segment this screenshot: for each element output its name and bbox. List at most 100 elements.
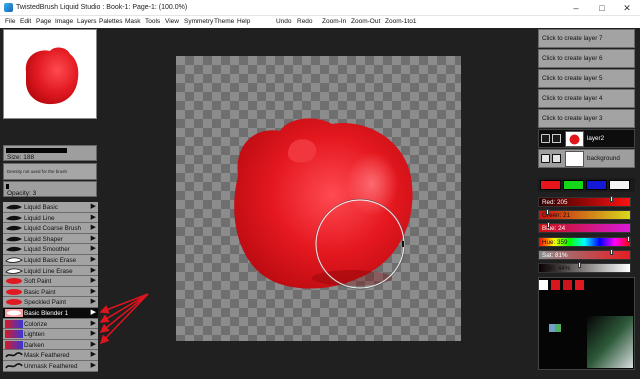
menu-theme[interactable]: Theme: [214, 17, 234, 27]
brush-item[interactable]: Liquid Basic Erase ▶: [3, 254, 98, 266]
brush-item[interactable]: Basic Paint ▶: [3, 286, 98, 298]
brush-cursor: [314, 198, 406, 290]
brush-item[interactable]: Liquid Coarse Brush ▶: [3, 223, 98, 234]
paint-canvas[interactable]: [176, 56, 461, 341]
color-slider[interactable]: Lum: 44%: [538, 262, 631, 273]
size-slider[interactable]: Size: 188: [3, 145, 97, 161]
brush-item[interactable]: Basic Blender 1 ▶: [3, 307, 98, 319]
menu-mask[interactable]: Mask: [125, 17, 141, 27]
eye-icon[interactable]: [541, 134, 550, 143]
brush-label: Liquid Basic Erase: [24, 256, 77, 264]
color-slider-label: Sat: 81%: [542, 252, 568, 259]
zoom-in-button[interactable]: Zoom-In: [322, 17, 346, 27]
close-button[interactable]: ✕: [614, 0, 640, 16]
create-layer-5-button[interactable]: Click to create layer 5: [538, 69, 635, 88]
mixer-canvas: [539, 280, 633, 368]
brush-item[interactable]: Unmask Feathered ▶: [3, 360, 98, 372]
stroke-icon: [5, 224, 23, 232]
brush-item[interactable]: Liquid Shaper ▶: [3, 233, 98, 245]
menu-view[interactable]: View: [165, 17, 179, 27]
swatch-blue[interactable]: [586, 180, 607, 190]
brush-submenu-arrow-icon[interactable]: ▶: [91, 329, 96, 339]
brush-item[interactable]: Liquid Basic ▶: [3, 202, 98, 213]
menu-image[interactable]: Image: [55, 17, 73, 27]
color-slider[interactable]: Hue: 359: [538, 236, 631, 247]
brush-item[interactable]: Liquid Smoother ▶: [3, 244, 98, 255]
menu-edit[interactable]: Edit: [20, 17, 31, 27]
redo-button[interactable]: Redo: [297, 17, 313, 27]
zoom-out-button[interactable]: Zoom-Out: [351, 17, 380, 27]
brush-submenu-arrow-icon[interactable]: ▶: [91, 223, 96, 233]
color-slider[interactable]: Red: 205: [538, 196, 631, 207]
brush-item[interactable]: Darken ▶: [3, 339, 98, 351]
maximize-button[interactable]: □: [589, 0, 615, 16]
swatch-white[interactable]: [609, 180, 630, 190]
brush-item[interactable]: Lighten ▶: [3, 329, 98, 340]
create-layer-4-button[interactable]: Click to create layer 4: [538, 89, 635, 108]
create-layer-label: Click to create layer 6: [542, 55, 603, 62]
lock-icon[interactable]: [552, 154, 561, 163]
brush-submenu-arrow-icon[interactable]: ▶: [91, 244, 96, 254]
color-slider[interactable]: Blue: 24: [538, 222, 631, 233]
slider-thumb[interactable]: [577, 262, 581, 268]
slider-thumb[interactable]: [627, 236, 630, 242]
undo-button[interactable]: Undo: [276, 17, 292, 27]
density-slider[interactable]: Density not used for the brush: [3, 163, 97, 180]
brush-label: Liquid Line: [24, 214, 55, 222]
menu-page[interactable]: Page: [36, 17, 51, 27]
create-layer-3-button[interactable]: Click to create layer 3: [538, 109, 635, 128]
blend-gradient-icon: [5, 330, 23, 339]
brush-label: Lighten: [24, 331, 45, 339]
size-level-bar: [6, 148, 67, 153]
lock-icon[interactable]: [552, 134, 561, 143]
color-slider[interactable]: Sat: 81%: [538, 249, 631, 260]
apple-preview-image: [25, 47, 79, 105]
brush-submenu-arrow-icon[interactable]: ▶: [91, 234, 96, 244]
opacity-slider[interactable]: Opacity: 3: [3, 181, 97, 197]
slider-thumb[interactable]: [610, 249, 614, 255]
red-stroke-icon: [5, 288, 23, 296]
menu-help[interactable]: Help: [237, 17, 250, 27]
color-swatches: [538, 178, 635, 192]
brush-submenu-arrow-icon[interactable]: ▶: [91, 287, 96, 297]
brush-submenu-arrow-icon[interactable]: ▶: [91, 350, 96, 360]
brush-submenu-arrow-icon[interactable]: ▶: [91, 340, 96, 350]
slider-thumb[interactable]: [609, 196, 613, 202]
brush-list: Liquid Basic ▶ Liquid Line ▶ Liquid Coarse B…: [3, 202, 98, 372]
brush-item[interactable]: Soft Paint ▶: [3, 276, 98, 287]
brush-submenu-arrow-icon[interactable]: ▶: [91, 255, 96, 265]
create-layer-6-button[interactable]: Click to create layer 6: [538, 49, 635, 68]
layer-row-layer2[interactable]: layer2: [538, 129, 635, 148]
menu-palettes[interactable]: Palettes: [99, 17, 123, 27]
brush-submenu-arrow-icon[interactable]: ▶: [91, 297, 96, 307]
brush-submenu-arrow-icon[interactable]: ▶: [91, 202, 96, 212]
slider-thumb[interactable]: [547, 222, 551, 228]
brush-item[interactable]: Liquid Line Erase ▶: [3, 265, 98, 277]
stroke-icon: [5, 245, 23, 253]
eye-icon[interactable]: [541, 154, 550, 163]
brush-submenu-arrow-icon[interactable]: ▶: [91, 213, 96, 223]
brush-item[interactable]: Liquid Line ▶: [3, 212, 98, 224]
minimize-button[interactable]: –: [563, 0, 589, 16]
menu-tools[interactable]: Tools: [145, 17, 160, 27]
slider-thumb[interactable]: [546, 209, 550, 215]
brush-submenu-arrow-icon[interactable]: ▶: [91, 266, 96, 276]
layer-name: layer2: [587, 135, 605, 142]
brush-submenu-arrow-icon[interactable]: ▶: [91, 361, 96, 371]
swatch-green[interactable]: [563, 180, 584, 190]
color-slider[interactable]: Green: 21: [538, 209, 631, 220]
brush-item[interactable]: Speckled Paint ▶: [3, 297, 98, 308]
brush-submenu-arrow-icon[interactable]: ▶: [91, 308, 96, 318]
layer-row-background[interactable]: background: [538, 149, 635, 168]
zoom-1to1-button[interactable]: Zoom-1to1: [385, 17, 416, 27]
create-layer-7-button[interactable]: Click to create layer 7: [538, 29, 635, 48]
swatch-red[interactable]: [540, 180, 561, 190]
brush-submenu-arrow-icon[interactable]: ▶: [91, 319, 96, 329]
color-mixer[interactable]: [538, 277, 635, 370]
brush-submenu-arrow-icon[interactable]: ▶: [91, 276, 96, 286]
brush-item[interactable]: Colorize ▶: [3, 318, 98, 330]
brush-item[interactable]: Mask Feathered ▶: [3, 350, 98, 361]
menu-symmetry[interactable]: Symmetry: [184, 17, 213, 27]
menu-file[interactable]: File: [5, 17, 15, 27]
menu-layers[interactable]: Layers: [77, 17, 97, 27]
